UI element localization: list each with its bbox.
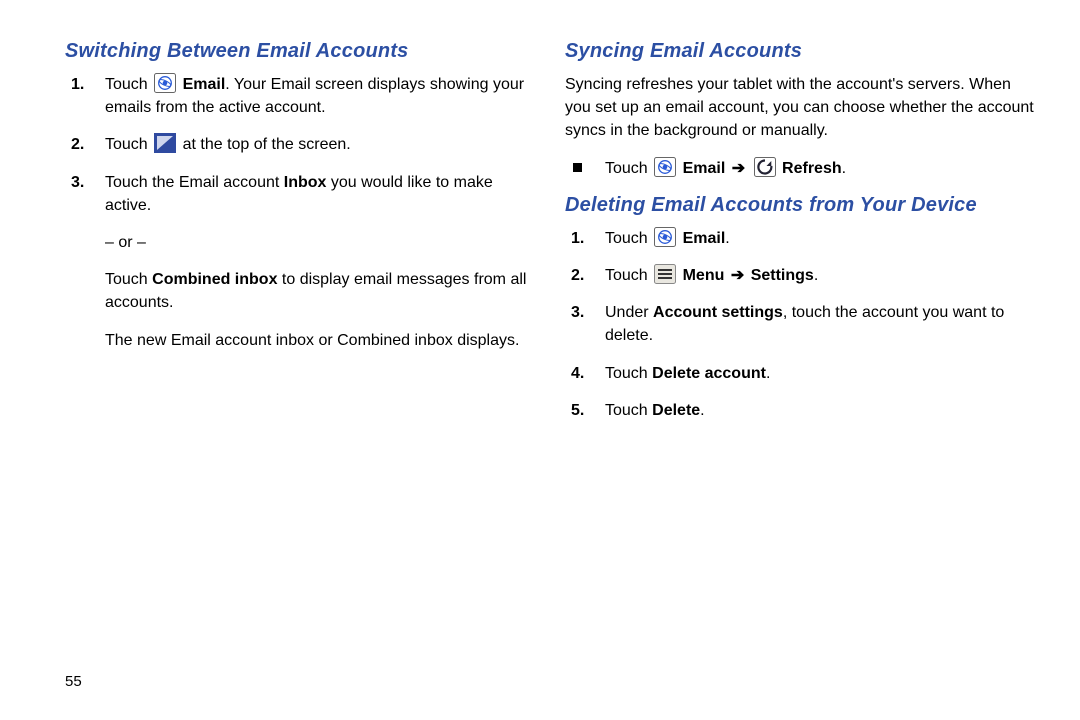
text: Touch	[605, 402, 652, 419]
email-app-icon	[154, 73, 176, 93]
inbox-label: Inbox	[284, 174, 327, 191]
or-separator: – or –	[105, 231, 535, 254]
text: .	[814, 267, 818, 284]
text: Touch	[105, 76, 152, 93]
refresh-icon	[754, 157, 776, 177]
arrow-icon: ➔	[731, 267, 744, 284]
del-step-1: Touch Email.	[565, 227, 1035, 250]
syncing-description: Syncing refreshes your tablet with the a…	[565, 73, 1035, 143]
delete-account-label: Delete account	[652, 365, 766, 382]
text: Touch	[605, 230, 652, 247]
email-app-icon	[654, 227, 676, 247]
combined-inbox-label: Combined inbox	[152, 271, 277, 288]
text: .	[700, 402, 704, 419]
two-column-layout: Switching Between Email Accounts Touch E…	[65, 40, 1050, 436]
text: .	[842, 160, 846, 177]
step-3: Touch the Email account Inbox you would …	[65, 171, 535, 352]
dropdown-triangle-icon	[154, 133, 176, 153]
text: at the top of the screen.	[183, 136, 351, 153]
refresh-label: Refresh	[782, 160, 842, 177]
email-label: Email	[183, 76, 226, 93]
step-1: Touch Email. Your Email screen displays …	[65, 73, 535, 119]
page-number: 55	[65, 673, 82, 690]
combined-inbox-para: Touch Combined inbox to display email me…	[105, 268, 535, 314]
manual-page: Switching Between Email Accounts Touch E…	[0, 0, 1080, 720]
menu-icon	[654, 264, 676, 284]
delete-label: Delete	[652, 402, 700, 419]
text: Under	[605, 304, 653, 321]
text: Touch	[605, 267, 652, 284]
text: .	[766, 365, 770, 382]
deleting-steps: Touch Email. Touch	[565, 227, 1035, 422]
text: .	[725, 230, 729, 247]
sync-bullet: Touch Email ➔	[565, 157, 1035, 180]
del-step-4: Touch Delete account.	[565, 362, 1035, 385]
text: Touch	[605, 160, 652, 177]
email-label: Email	[683, 230, 726, 247]
text: Touch	[605, 365, 652, 382]
text: Touch	[105, 136, 152, 153]
email-label: Email	[683, 160, 726, 177]
right-column: Syncing Email Accounts Syncing refreshes…	[565, 40, 1035, 436]
text: Touch	[105, 271, 152, 288]
heading-syncing: Syncing Email Accounts	[565, 40, 1035, 63]
heading-deleting: Deleting Email Accounts from Your Device	[565, 194, 1035, 217]
account-settings-label: Account settings	[653, 304, 783, 321]
del-step-2: Touch Menu ➔ Settings.	[565, 264, 1035, 287]
step-2: Touch at the top of the screen.	[65, 133, 535, 156]
left-column: Switching Between Email Accounts Touch E…	[65, 40, 535, 436]
arrow-icon: ➔	[732, 160, 745, 177]
menu-label: Menu	[683, 267, 725, 284]
del-step-5: Touch Delete.	[565, 399, 1035, 422]
settings-label: Settings	[751, 267, 814, 284]
heading-switching: Switching Between Email Accounts	[65, 40, 535, 63]
switching-steps: Touch Email. Your Email screen displays …	[65, 73, 535, 352]
text: Touch the Email account	[105, 174, 284, 191]
email-app-icon	[654, 157, 676, 177]
result-para: The new Email account inbox or Combined …	[105, 329, 535, 352]
del-step-3: Under Account settings, touch the accoun…	[565, 301, 1035, 347]
